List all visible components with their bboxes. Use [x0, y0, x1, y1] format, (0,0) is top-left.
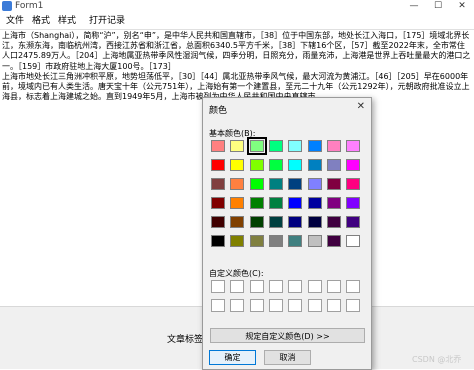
menu-file[interactable]: 文件: [5, 14, 25, 28]
basic-color-swatch[interactable]: [268, 235, 283, 247]
basic-color-swatch[interactable]: [230, 235, 245, 247]
basic-color-swatch[interactable]: [268, 159, 283, 171]
basic-color-swatch[interactable]: [211, 216, 225, 228]
watermark: CSDN @北乔: [412, 355, 462, 364]
custom-color-swatch[interactable]: [346, 299, 361, 312]
basic-color-swatch[interactable]: [326, 235, 341, 247]
menu-style[interactable]: 样式: [57, 14, 77, 28]
basic-color-swatch[interactable]: [211, 235, 225, 247]
cancel-button[interactable]: 取消: [264, 350, 311, 365]
basic-color-swatch[interactable]: [211, 178, 225, 190]
text-content: 上海市（Shanghai），简称“沪”，别名“申”，是中华人民共和国直辖市，［3…: [2, 31, 471, 101]
menu-open-record[interactable]: 打开记录: [88, 14, 126, 28]
custom-color-swatch[interactable]: [288, 280, 303, 293]
custom-color-swatch[interactable]: [230, 299, 245, 312]
basic-color-swatch[interactable]: [230, 159, 245, 171]
basic-color-swatch[interactable]: [346, 197, 361, 209]
custom-color-swatch[interactable]: [249, 299, 264, 312]
basic-color-swatch[interactable]: [326, 197, 341, 209]
basic-color-swatch[interactable]: [288, 140, 303, 152]
custom-color-swatch[interactable]: [326, 299, 341, 312]
basic-color-swatch[interactable]: [268, 216, 283, 228]
basic-color-swatch[interactable]: [307, 159, 322, 171]
basic-color-swatch[interactable]: [249, 178, 264, 190]
basic-color-swatch[interactable]: [346, 159, 361, 171]
basic-color-swatch[interactable]: [288, 197, 303, 209]
window-title: Form1: [15, 1, 44, 11]
basic-color-swatch[interactable]: [268, 178, 283, 190]
maximize-button[interactable]: ☐: [426, 0, 450, 13]
custom-color-swatch[interactable]: [268, 280, 283, 293]
basic-color-swatch[interactable]: [230, 140, 245, 152]
custom-color-swatch[interactable]: [288, 299, 303, 312]
custom-colors-label: 自定义颜色(C):: [209, 269, 264, 278]
ok-button[interactable]: 确定: [209, 350, 256, 365]
basic-color-swatch[interactable]: [230, 216, 245, 228]
basic-color-swatch[interactable]: [326, 140, 341, 152]
basic-color-swatch[interactable]: [288, 178, 303, 190]
app-icon: [2, 1, 12, 11]
basic-color-swatch[interactable]: [268, 197, 283, 209]
custom-color-swatch[interactable]: [268, 299, 283, 312]
basic-colors-label: 基本颜色(B):: [209, 129, 256, 138]
dialog-title: 颜色: [209, 106, 228, 116]
basic-color-swatch[interactable]: [346, 178, 361, 190]
basic-color-swatch[interactable]: [211, 140, 225, 152]
title-bar: Form1 — ☐ ✕: [0, 0, 474, 14]
basic-color-swatch[interactable]: [307, 216, 322, 228]
basic-color-swatch[interactable]: [249, 197, 264, 209]
custom-color-swatch[interactable]: [249, 280, 264, 293]
basic-color-swatch[interactable]: [249, 159, 264, 171]
custom-color-swatch[interactable]: [211, 280, 225, 293]
basic-color-swatch[interactable]: [288, 159, 303, 171]
menu-bar: 文件 格式 样式 打开记录: [0, 13, 474, 30]
basic-color-swatch[interactable]: [246, 137, 267, 155]
basic-color-swatch[interactable]: [326, 216, 341, 228]
basic-color-swatch[interactable]: [288, 235, 303, 247]
basic-color-swatch[interactable]: [307, 140, 322, 152]
article-tag-label: 文章标签: [167, 335, 204, 345]
basic-color-swatch[interactable]: [211, 197, 225, 209]
basic-color-swatch[interactable]: [346, 216, 361, 228]
basic-color-swatch[interactable]: [268, 140, 283, 152]
color-dialog: 颜色 ✕ 基本颜色(B): 自定义颜色(C): 规定自定义颜色(D) >> 确定…: [202, 97, 372, 370]
custom-color-swatch[interactable]: [307, 280, 322, 293]
basic-color-swatch[interactable]: [249, 216, 264, 228]
custom-color-swatch[interactable]: [346, 280, 361, 293]
custom-color-swatch[interactable]: [307, 299, 322, 312]
basic-color-swatch[interactable]: [288, 216, 303, 228]
menu-format[interactable]: 格式: [31, 14, 51, 28]
basic-color-swatch[interactable]: [346, 140, 361, 152]
custom-color-swatch[interactable]: [230, 280, 245, 293]
basic-color-swatch[interactable]: [307, 197, 322, 209]
basic-color-swatch[interactable]: [307, 235, 322, 247]
basic-color-swatch[interactable]: [346, 235, 361, 247]
dialog-close-button[interactable]: ✕: [357, 101, 365, 112]
basic-color-swatch[interactable]: [230, 197, 245, 209]
basic-color-swatch[interactable]: [249, 235, 264, 247]
close-button[interactable]: ✕: [450, 0, 474, 13]
minimize-button[interactable]: —: [402, 0, 426, 13]
custom-color-swatch[interactable]: [211, 299, 225, 312]
basic-color-swatch[interactable]: [326, 159, 341, 171]
define-custom-colors-button[interactable]: 规定自定义颜色(D) >>: [210, 328, 365, 343]
basic-color-swatch[interactable]: [211, 159, 225, 171]
basic-color-swatch[interactable]: [326, 178, 341, 190]
basic-color-swatch[interactable]: [307, 178, 322, 190]
custom-color-swatch[interactable]: [326, 280, 341, 293]
basic-color-swatch[interactable]: [230, 178, 245, 190]
